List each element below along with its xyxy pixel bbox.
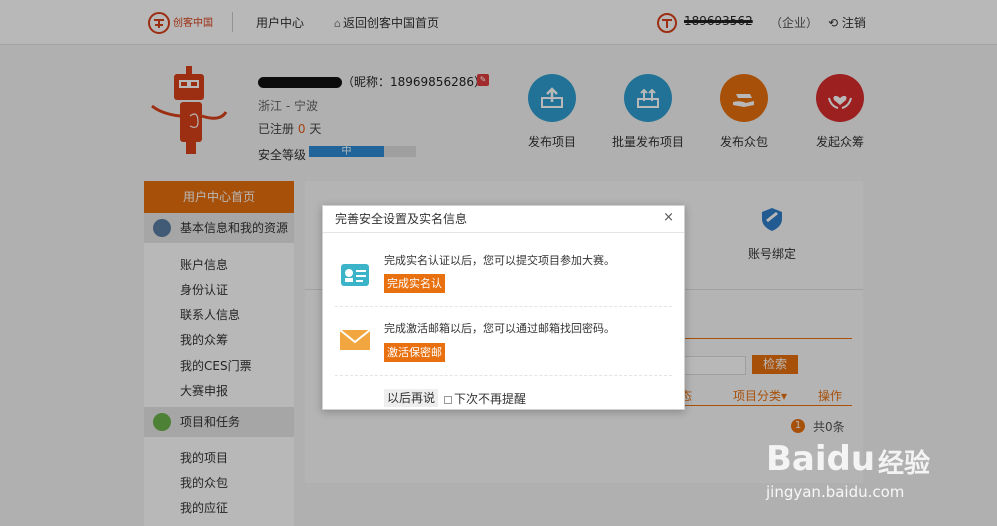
- no-remind-checkbox[interactable]: [444, 395, 452, 404]
- id-card-icon: [341, 264, 369, 286]
- dialog-title-divider: [323, 232, 684, 233]
- baidu-jingyan-watermark: Baidu 经验 jingyan.baidu.com: [766, 421, 997, 526]
- complete-realname-button[interactable]: 完成实名认: [384, 274, 445, 293]
- dialog-dashed-divider: [335, 306, 672, 307]
- activate-email-button[interactable]: 激活保密邮: [384, 343, 445, 362]
- watermark-url: jingyan.baidu.com: [766, 483, 905, 501]
- dialog-dashed-divider-2: [335, 375, 672, 376]
- dialog-title: 完善安全设置及实名信息: [335, 212, 468, 226]
- security-setup-dialog: 完善安全设置及实名信息 × 完成实名认证以后，您可以提交项目参加大赛。 完成实名…: [322, 205, 685, 410]
- later-button[interactable]: 以后再说: [384, 389, 439, 407]
- no-remind-label: 下次不再提醒: [454, 392, 527, 406]
- email-description: 完成激活邮箱以后，您可以通过邮箱找回密码。: [384, 322, 615, 335]
- watermark-cn: 经验: [878, 449, 931, 479]
- close-icon[interactable]: ×: [663, 210, 674, 225]
- no-remind-option[interactable]: 下次不再提醒: [444, 390, 526, 407]
- envelope-icon: [339, 329, 371, 350]
- realname-description: 完成实名认证以后，您可以提交项目参加大赛。: [384, 254, 615, 267]
- watermark-brand: Baidu: [766, 439, 876, 479]
